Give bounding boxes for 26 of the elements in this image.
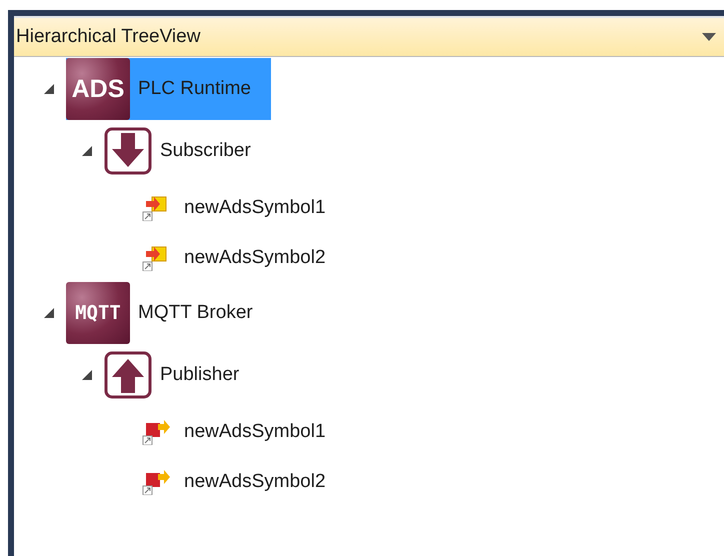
tree-item-label: MQTT Broker bbox=[138, 302, 253, 324]
node-badge: MQTT bbox=[66, 282, 130, 344]
expander-icon bbox=[44, 308, 54, 318]
dropdown-icon bbox=[702, 33, 716, 41]
tree-item-label: newAdsSymbol1 bbox=[184, 197, 326, 219]
tree-item-label: newAdsSymbol1 bbox=[184, 421, 326, 443]
tree-item[interactable]: newAdsSymbol1 bbox=[142, 195, 330, 221]
tree-item[interactable]: MQTT MQTT Broker bbox=[66, 282, 257, 344]
tree-item[interactable]: Subscriber bbox=[104, 127, 255, 175]
tree-item[interactable]: newAdsSymbol1 bbox=[142, 419, 330, 445]
expander-icon bbox=[82, 146, 92, 156]
output-symbol-icon bbox=[142, 469, 170, 495]
output-symbol-icon bbox=[142, 419, 170, 445]
tree-item[interactable]: newAdsSymbol2 bbox=[142, 469, 330, 495]
tree-item[interactable]: Publisher bbox=[104, 351, 244, 399]
tree-item-label: newAdsSymbol2 bbox=[184, 471, 326, 493]
expander-icon bbox=[44, 84, 54, 94]
tree-item-label: PLC Runtime bbox=[138, 78, 251, 100]
node-badge: ADS bbox=[66, 58, 130, 120]
tree-item[interactable]: newAdsSymbol2 bbox=[142, 245, 330, 271]
panel-title: Hierarchical TreeView bbox=[16, 26, 200, 48]
tree-item[interactable]: ADS PLC Runtime bbox=[66, 58, 271, 120]
tree-item-label: Subscriber bbox=[160, 140, 251, 162]
tree-item-label: Publisher bbox=[160, 364, 240, 386]
tree-item-label: newAdsSymbol2 bbox=[184, 247, 326, 269]
expander-icon bbox=[82, 370, 92, 380]
